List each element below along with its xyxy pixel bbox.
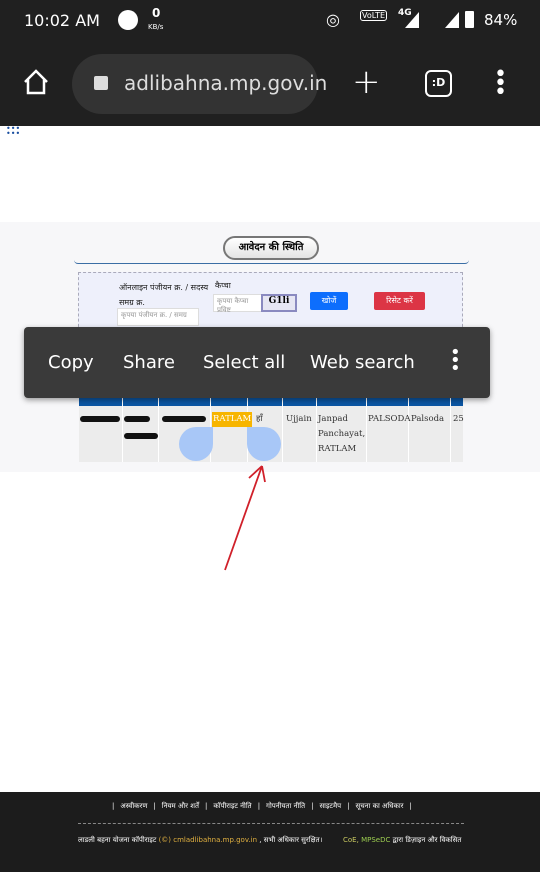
- footer-link[interactable]: सूचना का अधिकार: [355, 802, 403, 811]
- redacted-text: [80, 416, 120, 422]
- spotify-icon: [118, 10, 138, 30]
- red-arrow-annotation: [224, 465, 266, 571]
- reset-button[interactable]: रिसेट करें: [374, 292, 425, 310]
- battery-level: 84%: [484, 11, 518, 29]
- mpsedc-link[interactable]: MPSeDC: [361, 836, 390, 844]
- selected-text[interactable]: RATLAM: [212, 412, 253, 427]
- grid-icon[interactable]: ••• •••: [6, 125, 20, 138]
- search-button[interactable]: खोजें: [310, 292, 348, 310]
- footer: | अस्वीकरण | नियम और शर्तें | कॉपीराइट नीति…: [0, 792, 540, 872]
- footer-links: | अस्वीकरण | नियम और शर्तें | कॉपीराइट नीति…: [112, 802, 412, 811]
- volte-icon: VoLTE: [360, 10, 388, 21]
- more-menu-icon[interactable]: • • •: [494, 64, 507, 104]
- text-selection-menu: Copy Share Select all Web search • • •: [24, 327, 490, 398]
- table-header: [79, 398, 463, 406]
- redacted-text: [162, 416, 206, 422]
- battery-icon: [465, 11, 474, 28]
- selection-handle-start[interactable]: [179, 427, 213, 461]
- selection-handle-end[interactable]: [247, 427, 281, 461]
- footer-link[interactable]: नियम और शर्तें: [162, 802, 199, 811]
- captcha-image: G1li: [261, 294, 297, 312]
- copyright: लाडली बहना योजना कॉपीराइट (©) cmladlibah…: [78, 833, 328, 847]
- status-bar: 10:02 AM 0 KB/s ◎ VoLTE 4G 84%: [0, 0, 540, 42]
- credit-text: द्वारा डिज़ाइन और विकसित: [392, 836, 462, 844]
- footer-link[interactable]: साइटमैप: [319, 802, 341, 811]
- select-all-menu-item[interactable]: Select all: [203, 352, 285, 373]
- redacted-text: [124, 433, 158, 439]
- section-title: आवेदन की स्थिति: [223, 236, 319, 260]
- search-form: ऑनलाइन पंजीयन क्र. / सदस्य समग्र क्र. कृ…: [78, 272, 463, 332]
- net-speed: 0: [152, 6, 161, 20]
- credits: CoE, MPSeDC द्वारा डिज़ाइन और विकसित: [343, 833, 463, 847]
- registration-input[interactable]: कृपया पंजीयन क्र. / समग्र: [117, 308, 199, 326]
- table-cell: हाँ: [256, 414, 263, 424]
- table-cell: Palsoda: [411, 414, 445, 424]
- new-tab-icon[interactable]: +: [352, 62, 381, 102]
- tab-switcher-icon[interactable]: :D: [425, 70, 452, 97]
- captcha-label: कैप्चा: [215, 281, 231, 290]
- url-text: adlibahna.mp.gov.in: [124, 71, 328, 95]
- footer-link[interactable]: गोपनीयता नीति: [266, 802, 305, 811]
- footer-link[interactable]: कॉपीराइट नीति: [213, 802, 251, 811]
- table-cell: PALSODA: [368, 414, 411, 424]
- reg-label: ऑनलाइन पंजीयन क्र. / सदस्य समग्र क्र.: [119, 283, 209, 307]
- copy-menu-item[interactable]: Copy: [48, 352, 94, 373]
- share-menu-item[interactable]: Share: [123, 352, 175, 373]
- more-options-icon[interactable]: • • •: [450, 344, 461, 378]
- copyright-text: लाडली बहना योजना कॉपीराइट: [78, 836, 157, 844]
- web-search-menu-item[interactable]: Web search: [310, 352, 415, 373]
- lock-icon: [94, 76, 108, 90]
- net-unit: KB/s: [148, 23, 164, 31]
- url-bar[interactable]: adlibahna.mp.gov.in: [72, 54, 327, 114]
- copyright-suffix: , सभी अधिकार सुरक्षित।: [259, 836, 323, 844]
- captcha-input[interactable]: कृपया कैप्चा प्रविष्ट: [213, 294, 263, 314]
- signal-icon-2: [445, 12, 459, 28]
- signal-icon: [405, 12, 419, 28]
- browser-toolbar: adlibahna.mp.gov.in + :D • • •: [0, 42, 540, 126]
- redacted-text: [124, 416, 150, 422]
- hotspot-icon: ◎: [326, 10, 340, 29]
- table-cell: Janpad Panchayat, RATLAM: [318, 414, 366, 454]
- clock: 10:02 AM: [24, 11, 100, 30]
- divider: [74, 260, 469, 264]
- table-cell: 25: [453, 414, 464, 424]
- coe-link[interactable]: CoE,: [343, 836, 359, 844]
- table-cell: Ujjain: [286, 414, 312, 424]
- footer-link[interactable]: अस्वीकरण: [120, 802, 147, 811]
- copyright-link[interactable]: (©) cmladlibahna.mp.gov.in: [159, 836, 257, 844]
- footer-divider: [78, 823, 464, 824]
- home-icon[interactable]: [22, 68, 50, 96]
